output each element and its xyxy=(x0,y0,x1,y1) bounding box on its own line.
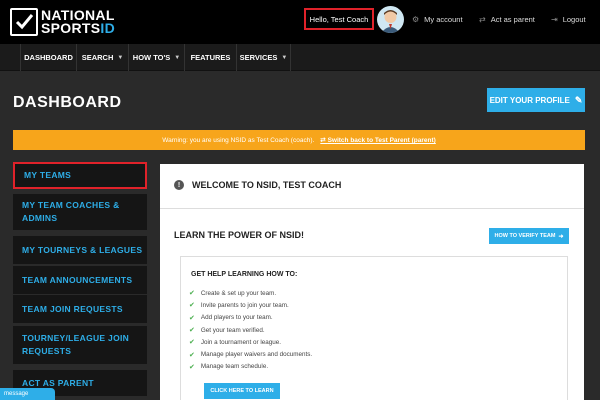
chevron-down-icon: ▼ xyxy=(281,54,288,61)
list-item: ✔ Add players to your team. xyxy=(189,312,312,324)
check-icon: ✔ xyxy=(189,314,195,322)
edit-profile-label: EDIT YOUR PROFILE xyxy=(489,95,570,105)
sidebar-item-label: MY TEAM COACHES & ADMINS xyxy=(22,200,120,223)
my-account-label: My account xyxy=(424,15,463,24)
nav-search[interactable]: SEARCH ▼ xyxy=(76,44,128,71)
list-item: ✔ Create & set up your team. xyxy=(189,287,312,299)
check-icon: ✔ xyxy=(189,327,195,335)
warning-text: Warning: you are using NSID as Test Coac… xyxy=(162,136,315,144)
logout-icon: ⇥ xyxy=(551,15,558,24)
check-icon: ✔ xyxy=(189,302,195,310)
list-item-text: Join a tournament or league. xyxy=(200,338,282,346)
avatar[interactable] xyxy=(377,6,404,33)
list-item: ✔ Get your team verified. xyxy=(189,324,312,336)
logout-label: Logout xyxy=(562,15,586,24)
help-list: ✔ Create & set up your team. ✔ Invite pare… xyxy=(189,287,312,373)
chevron-down-icon: ▼ xyxy=(117,54,124,61)
logout-link[interactable]: ⇥ Logout xyxy=(551,15,586,24)
main-panel: ! WELCOME TO NSID, TEST COACH LEARN THE … xyxy=(160,164,584,400)
warning-banner: Warning: you are using NSID as Test Coac… xyxy=(13,130,585,150)
check-icon: ✔ xyxy=(189,290,195,298)
sidebar-item-league-join-requests[interactable]: TOURNEY/LEAGUE JOIN REQUESTS xyxy=(13,326,147,364)
switch-back-link[interactable]: ⇄ Switch back to Test Parent (parent) xyxy=(320,136,436,144)
list-item: ✔ Manage team schedule. xyxy=(189,361,312,373)
my-account-link[interactable]: ⚙ My account xyxy=(412,15,463,24)
click-here-to-learn-button[interactable]: CLICK HERE TO LEARN xyxy=(204,383,280,399)
nav-services-label: SERVICES xyxy=(239,53,278,62)
act-as-parent-link[interactable]: ⇄ Act as parent xyxy=(479,15,535,24)
list-item-text: Invite parents to join your team. xyxy=(200,301,289,309)
switch-back-label: Switch back to Test Parent (parent) xyxy=(327,137,436,144)
logo[interactable]: NATIONAL SPORTSID xyxy=(10,6,115,38)
sidebar-item-label: MY TEAMS xyxy=(24,170,72,180)
check-icon: ✔ xyxy=(189,363,195,371)
help-box: GET HELP LEARNING HOW TO: ✔ Create & set … xyxy=(180,256,568,400)
edit-icon: ✎ xyxy=(574,94,583,105)
info-icon: ! xyxy=(174,180,184,190)
page-title: DASHBOARD xyxy=(13,94,122,111)
act-as-parent-label: Act as parent xyxy=(490,15,535,24)
sidebar-item-label: TOURNEY/LEAGUE JOIN REQUESTS xyxy=(22,333,130,356)
logo-line-2: SPORTS xyxy=(41,20,101,36)
nav-features[interactable]: FEATURES xyxy=(184,44,236,71)
arrow-circle-icon: ➜ xyxy=(558,233,564,240)
list-item-text: Get your team verified. xyxy=(200,326,265,334)
verify-team-button[interactable]: HOW TO VERIFY TEAM ➜ xyxy=(489,228,569,244)
sidebar-item-label: TEAM ANNOUNCEMENTS xyxy=(22,274,133,285)
top-header: NATIONAL SPORTSID Hello, Test Coach ⚙ My… xyxy=(0,0,600,44)
sidebar-item-label: TEAM JOIN REQUESTS xyxy=(22,303,123,314)
list-item-text: Create & set up your team. xyxy=(200,289,277,297)
nav-how-tos-label: HOW TO'S xyxy=(132,53,171,62)
switch-icon: ⇄ xyxy=(479,15,486,24)
welcome-text: WELCOME TO NSID, TEST COACH xyxy=(192,180,342,190)
logo-text: NATIONAL SPORTSID xyxy=(41,8,115,36)
sidebar-item-label: MY TOURNEYS & LEAGUES xyxy=(22,244,143,255)
nav-services[interactable]: SERVICES ▼ xyxy=(236,44,291,71)
list-item: ✔ Join a tournament or league. xyxy=(189,336,312,348)
message-tab[interactable]: message xyxy=(0,388,55,400)
sidebar-item-join-requests[interactable]: TEAM JOIN REQUESTS xyxy=(13,295,147,323)
list-item: ✔ Manage player waivers and documents. xyxy=(189,348,312,360)
hello-user: Hello, Test Coach xyxy=(304,8,374,30)
chevron-down-icon: ▼ xyxy=(174,54,181,61)
learn-title: LEARN THE POWER OF NSID! xyxy=(174,230,304,240)
message-tab-label: message xyxy=(4,391,29,397)
check-icon: ✔ xyxy=(189,351,195,359)
sidebar-item-announcements[interactable]: TEAM ANNOUNCEMENTS xyxy=(13,266,147,294)
welcome-heading: ! WELCOME TO NSID, TEST COACH xyxy=(174,180,341,190)
main-nav: DASHBOARD SEARCH ▼ HOW TO'S ▼ FEATURES SER… xyxy=(0,44,600,71)
sidebar-item-tourneys[interactable]: MY TOURNEYS & LEAGUES xyxy=(13,236,147,264)
learn-button-label: CLICK HERE TO LEARN xyxy=(210,388,274,394)
list-item-text: Manage team schedule. xyxy=(200,363,269,371)
sidebar-item-my-teams[interactable]: MY TEAMS xyxy=(13,162,147,189)
help-title: GET HELP LEARNING HOW TO: xyxy=(191,271,298,278)
nav-search-label: SEARCH xyxy=(81,53,114,62)
checkmark-icon xyxy=(10,8,38,36)
gear-icon: ⚙ xyxy=(412,15,420,24)
list-item-text: Manage player waivers and documents. xyxy=(200,351,313,359)
logo-accent: ID xyxy=(100,20,115,36)
nav-dashboard-label: DASHBOARD xyxy=(24,53,73,62)
nav-how-tos[interactable]: HOW TO'S ▼ xyxy=(128,44,184,71)
edit-profile-button[interactable]: EDIT YOUR PROFILE ✎ xyxy=(487,88,585,112)
sidebar-item-team-coaches[interactable]: MY TEAM COACHES & ADMINS xyxy=(13,194,147,230)
divider xyxy=(160,208,584,209)
list-item-text: Add players to your team. xyxy=(200,314,273,322)
nav-dashboard[interactable]: DASHBOARD xyxy=(20,44,76,71)
check-icon: ✔ xyxy=(189,339,195,347)
verify-team-label: HOW TO VERIFY TEAM xyxy=(494,233,556,239)
list-item: ✔ Invite parents to join your team. xyxy=(189,299,312,311)
nav-features-label: FEATURES xyxy=(190,53,231,62)
